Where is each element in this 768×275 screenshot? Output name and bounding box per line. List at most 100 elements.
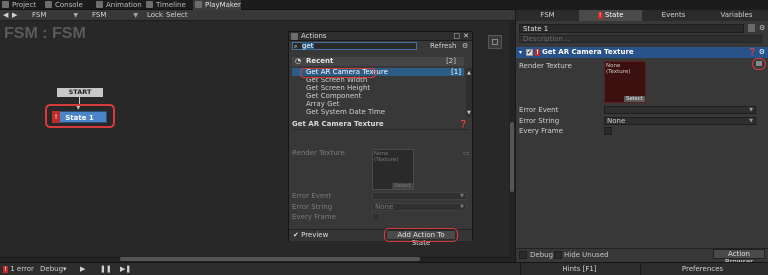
- add-button-highlight: [384, 228, 458, 242]
- gear-icon[interactable]: ⚙: [462, 42, 468, 51]
- actions-window-title: Actions □ ✕: [289, 32, 472, 41]
- render-texture-label: Render Texture: [519, 62, 572, 70]
- folder-icon: [2, 1, 9, 8]
- animation-icon: [96, 1, 103, 8]
- gear-icon[interactable]: ⚙: [759, 24, 765, 32]
- texture-select-button[interactable]: Select: [392, 183, 413, 189]
- action-list-scrollbar[interactable]: ▲ ▼: [466, 68, 472, 117]
- action-header[interactable]: ▾ ✔ ! Get AR Camera Texture ❓ ⚙: [516, 47, 768, 58]
- texture-preview: None (Texture) Select: [372, 149, 414, 190]
- list-item[interactable]: Get Component: [292, 92, 464, 100]
- hide-unused-label: Hide Unused: [564, 251, 609, 259]
- tab-variables[interactable]: Variables: [705, 10, 768, 21]
- tab-playmaker[interactable]: PlayMaker: [193, 0, 241, 10]
- object-picker-icon[interactable]: ▭: [463, 149, 470, 157]
- object-picker-icon[interactable]: [756, 61, 762, 66]
- every-frame-label: Every Frame: [519, 127, 563, 135]
- error-string-dropdown[interactable]: None ▼: [604, 117, 756, 125]
- debug-label: Debug: [530, 251, 554, 259]
- expand-icon: [492, 39, 498, 45]
- play-icon[interactable]: ▶: [80, 263, 85, 275]
- error-icon: !: [535, 49, 540, 56]
- minimap-toggle[interactable]: [488, 35, 502, 49]
- fsm-title: FSM : FSM: [4, 25, 86, 42]
- help-icon[interactable]: ❓: [459, 119, 468, 130]
- texture-select-button[interactable]: Select: [624, 96, 645, 102]
- tab-project[interactable]: Project: [0, 0, 36, 10]
- hints-button[interactable]: Hints [F1]: [520, 263, 638, 275]
- bottom-bar: ! 1 error Debug▾ ▶ ❚❚ ▶❚ Hints [F1] Pref…: [0, 262, 768, 275]
- editor-tab-bar: Project Console Animation Timeline PlayM…: [0, 0, 515, 10]
- action-search-input[interactable]: ⌕ get: [292, 42, 417, 50]
- tab-state[interactable]: ! State: [579, 10, 642, 21]
- step-icon[interactable]: ▶❚: [120, 263, 131, 275]
- back-arrow-icon[interactable]: ◀: [3, 10, 8, 21]
- help-icon[interactable]: ❓: [748, 47, 757, 58]
- chevron-down-icon: ▼: [460, 204, 464, 210]
- actions-icon: [291, 33, 298, 40]
- search-icon: ⌕: [294, 43, 298, 50]
- error-icon: !: [597, 11, 603, 19]
- scroll-up-icon[interactable]: ▲: [467, 70, 471, 76]
- error-event-dropdown[interactable]: ▼: [372, 192, 467, 200]
- select-button[interactable]: Select: [166, 10, 188, 21]
- tab-fsm[interactable]: FSM: [516, 10, 579, 21]
- debug-dropdown[interactable]: Debug▾: [40, 263, 67, 275]
- selection-highlight: [300, 68, 376, 78]
- chevron-down-icon: ▼: [749, 118, 753, 124]
- color-swatch-icon[interactable]: [748, 24, 755, 32]
- error-string-label: Error String: [292, 203, 333, 211]
- close-icon[interactable]: ✕: [463, 32, 469, 41]
- tab-animation[interactable]: Animation: [94, 0, 142, 10]
- playmaker-inspector: FSM ! State Events Variables State 1 ⚙ D…: [515, 0, 768, 266]
- error-event-dropdown[interactable]: ▼: [604, 106, 756, 114]
- refresh-button[interactable]: Refresh: [430, 42, 456, 51]
- list-item[interactable]: Get System Date Time: [292, 108, 464, 116]
- category-recent[interactable]: ◔ Recent [2]: [292, 57, 464, 66]
- gear-icon[interactable]: ⚙: [759, 47, 765, 58]
- list-item[interactable]: Array Get: [292, 100, 464, 108]
- action-browser-button[interactable]: Action Browser: [713, 249, 765, 266]
- preferences-button[interactable]: Preferences: [640, 263, 764, 275]
- playmaker-toolbar: ◀ ▶ FSM ▼ FSM ▼ Lock Select: [0, 10, 515, 21]
- action-enabled-checkbox[interactable]: ✔: [526, 49, 533, 56]
- chevron-down-icon: ▼: [749, 107, 753, 113]
- chevron-down-icon: ▼: [460, 193, 464, 199]
- error-string-dropdown[interactable]: None ▼: [372, 203, 467, 211]
- maximize-icon[interactable]: □: [453, 32, 460, 41]
- state-name-field[interactable]: State 1: [519, 24, 744, 33]
- fsm-dropdown[interactable]: FSM ▼: [88, 11, 140, 20]
- gameobject-dropdown[interactable]: FSM ▼: [28, 11, 80, 20]
- chevron-down-icon[interactable]: ▾: [519, 47, 522, 58]
- pause-icon[interactable]: ❚❚: [100, 263, 112, 275]
- lock-toggle[interactable]: Lock: [147, 10, 163, 21]
- every-frame-label: Every Frame: [292, 213, 336, 221]
- timeline-icon: [146, 1, 153, 8]
- error-count[interactable]: ! 1 error: [3, 263, 34, 275]
- hide-unused-checkbox[interactable]: [554, 251, 562, 259]
- list-item[interactable]: Get Screen Height: [292, 84, 464, 92]
- tab-console[interactable]: Console: [43, 0, 85, 10]
- forward-arrow-icon[interactable]: ▶: [12, 10, 17, 21]
- texture-field[interactable]: None (Texture) Select: [604, 61, 646, 103]
- console-icon: [45, 1, 52, 8]
- action-detail-title: Get AR Camera Texture ❓: [292, 119, 470, 130]
- state-node[interactable]: State 1: [52, 111, 107, 123]
- scroll-down-icon[interactable]: ▼: [467, 110, 471, 116]
- debug-checkbox[interactable]: [519, 251, 527, 259]
- actions-window: Actions □ ✕ ⌕ get Refresh ⚙ ◔ Recent [2]…: [288, 31, 473, 247]
- every-frame-checkbox[interactable]: [604, 127, 612, 135]
- every-frame-checkbox[interactable]: [372, 213, 380, 221]
- description-field[interactable]: Description...: [519, 35, 762, 43]
- preview-toggle[interactable]: ✔ Preview: [293, 231, 328, 240]
- tab-timeline[interactable]: Timeline: [144, 0, 186, 10]
- error-icon: !: [52, 111, 60, 123]
- tab-events[interactable]: Events: [642, 10, 705, 21]
- error-event-label: Error Event: [519, 106, 559, 114]
- render-texture-label: Render Texture: [292, 149, 345, 157]
- start-node: START: [57, 88, 103, 97]
- chevron-down-icon: ▼: [133, 12, 138, 19]
- error-string-label: Error String: [519, 117, 560, 125]
- playmaker-icon: [195, 1, 202, 8]
- inspector-tabs: FSM ! State Events Variables: [516, 10, 768, 21]
